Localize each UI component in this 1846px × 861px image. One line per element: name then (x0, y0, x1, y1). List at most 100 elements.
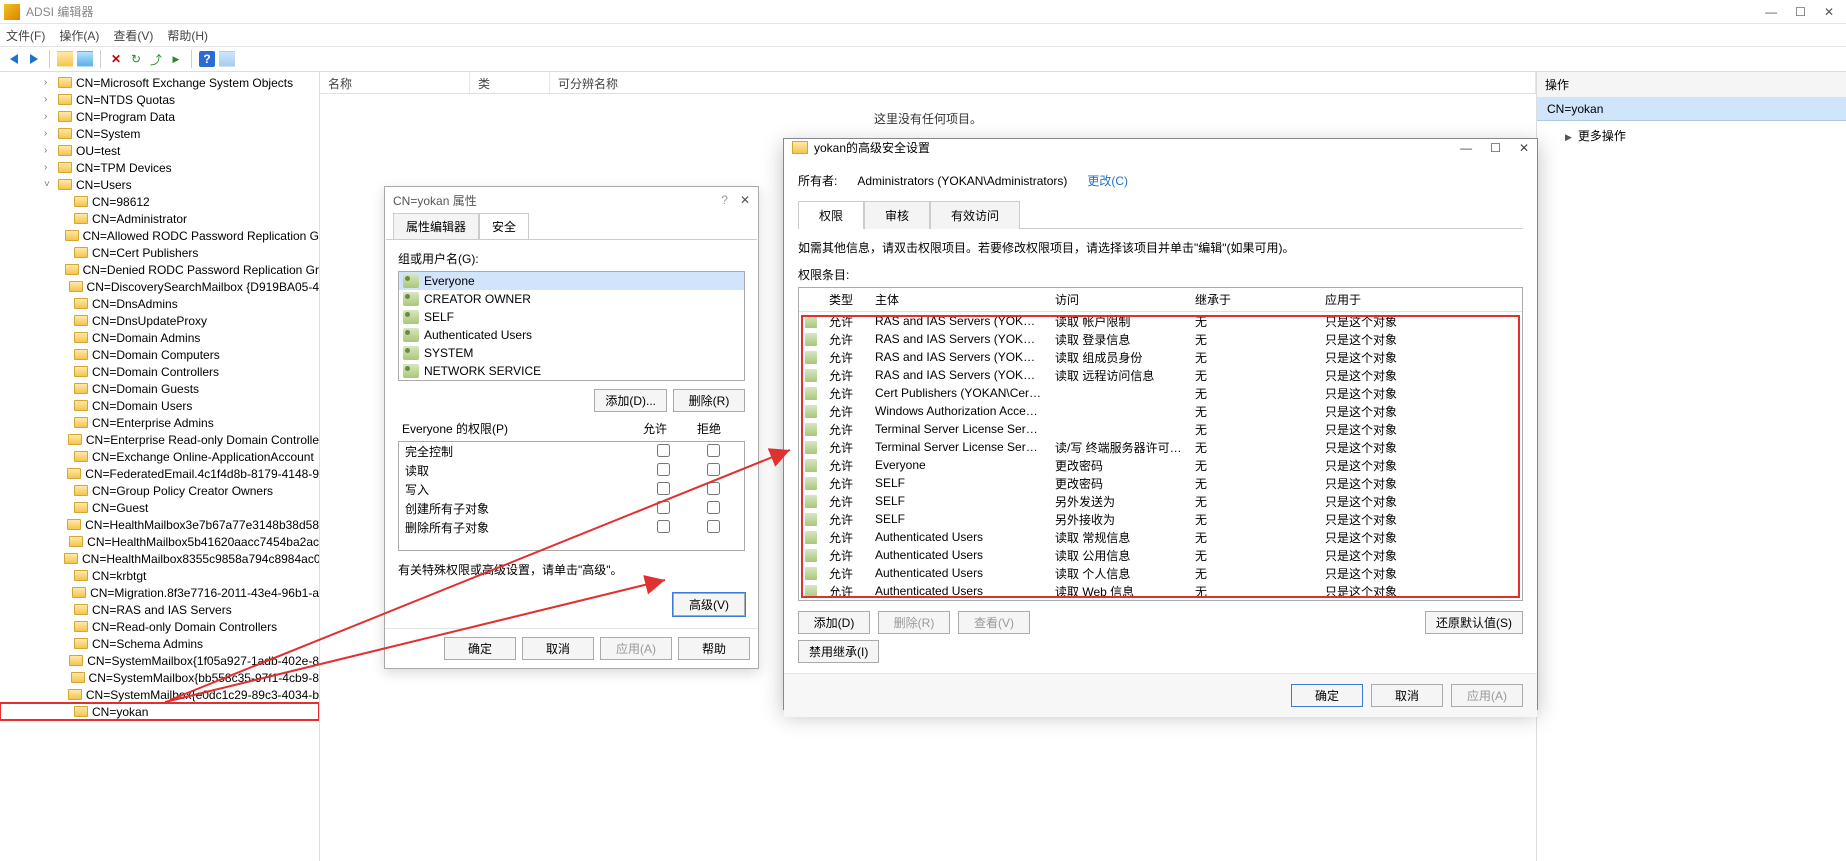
cancel-button[interactable]: 取消 (522, 637, 594, 660)
deny-checkbox[interactable] (707, 520, 720, 533)
group-item[interactable]: SYSTEM (399, 344, 744, 362)
tree-item[interactable]: CN=HealthMailbox5b41620aacc7454ba2ac (0, 533, 319, 550)
tree-item[interactable]: CN=Cert Publishers (0, 244, 319, 261)
col-applies[interactable]: 应用于 (1319, 288, 1522, 311)
minimize-icon[interactable]: — (1460, 141, 1472, 155)
tab-effective[interactable]: 有效访问 (930, 201, 1020, 229)
groups-list[interactable]: EveryoneCREATOR OWNERSELFAuthenticated U… (398, 271, 745, 381)
group-item[interactable]: SELF (399, 308, 744, 326)
tree-item[interactable]: CN=Read-only Domain Controllers (0, 618, 319, 635)
tree-item[interactable]: CN=Enterprise Admins (0, 414, 319, 431)
allow-checkbox[interactable] (657, 463, 670, 476)
help-button[interactable]: 帮助 (678, 637, 750, 660)
allow-checkbox[interactable] (657, 501, 670, 514)
apply-button[interactable]: 应用(A) (600, 637, 672, 660)
col-type[interactable]: 类型 (823, 288, 869, 311)
tree-item[interactable]: CN=SystemMailbox{1f05a927-1adb-402e-8 (0, 652, 319, 669)
tree-item[interactable]: CN=yokan (0, 703, 319, 720)
tree-item[interactable]: CN=Schema Admins (0, 635, 319, 652)
tree-item[interactable]: ›CN=Program Data (0, 108, 319, 125)
col-name[interactable]: 名称 (320, 72, 470, 93)
close-icon[interactable]: ✕ (740, 193, 750, 207)
tree-item[interactable]: CN=krbtgt (0, 567, 319, 584)
tab-security[interactable]: 安全 (479, 213, 529, 239)
tab-auditing[interactable]: 审核 (864, 201, 930, 229)
group-item[interactable]: NETWORK SERVICE (399, 362, 744, 380)
maximize-icon[interactable]: ☐ (1490, 141, 1501, 155)
tree-item[interactable]: CN=HealthMailbox3e7b67a77e3148b38d58 (0, 516, 319, 533)
tab-attribute-editor[interactable]: 属性编辑器 (393, 213, 479, 239)
allow-checkbox[interactable] (657, 520, 670, 533)
panes-icon[interactable] (219, 51, 235, 67)
col-access[interactable]: 访问 (1049, 288, 1189, 311)
tree-item[interactable]: CN=98612 (0, 193, 319, 210)
tree-item[interactable]: CN=Domain Guests (0, 380, 319, 397)
close-icon[interactable]: ✕ (1824, 5, 1834, 19)
tree-item[interactable]: CN=Enterprise Read-only Domain Controlle (0, 431, 319, 448)
tree-item[interactable]: CN=SystemMailbox{e0dc1c29-89c3-4034-b (0, 686, 319, 703)
group-item[interactable]: CREATOR OWNER (399, 290, 744, 308)
allow-checkbox[interactable] (657, 482, 670, 495)
tree-item[interactable]: CN=Domain Computers (0, 346, 319, 363)
menu-view[interactable]: 查看(V) (113, 27, 153, 44)
tree-item[interactable]: ›OU=test (0, 142, 319, 159)
col-dn[interactable]: 可分辨名称 (550, 72, 1536, 93)
up-icon[interactable] (57, 51, 73, 67)
deny-checkbox[interactable] (707, 482, 720, 495)
cancel-button[interactable]: 取消 (1371, 684, 1443, 707)
apply-button[interactable]: 应用(A) (1451, 684, 1523, 707)
deny-checkbox[interactable] (707, 444, 720, 457)
delete-icon[interactable] (108, 51, 124, 67)
back-icon[interactable] (6, 51, 22, 67)
tree-item[interactable]: CN=Exchange Online-ApplicationAccount (0, 448, 319, 465)
export-icon[interactable] (148, 51, 164, 67)
tree-item[interactable]: CN=Administrator (0, 210, 319, 227)
tree-item[interactable]: CN=DnsAdmins (0, 295, 319, 312)
actions-more[interactable]: 更多操作 (1537, 121, 1846, 150)
tree-item[interactable]: CN=FederatedEmail.4c1f4d8b-8179-4148-9 (0, 465, 319, 482)
group-item[interactable]: Authenticated Users (399, 326, 744, 344)
close-icon[interactable]: ✕ (1519, 141, 1529, 155)
tree-item[interactable]: CN=Domain Controllers (0, 363, 319, 380)
permission-entries-list[interactable]: 类型 主体 访问 继承于 应用于 允许RAS and IAS Servers (… (798, 287, 1523, 601)
tree-item[interactable]: CN=HealthMailbox8355c9858a794c8984ac0 (0, 550, 319, 567)
tab-permissions[interactable]: 权限 (798, 201, 864, 229)
add-button[interactable]: 添加(D)... (594, 389, 667, 412)
advanced-button[interactable]: 高级(V) (673, 593, 745, 616)
go-icon[interactable] (168, 51, 184, 67)
menu-file[interactable]: 文件(F) (6, 27, 45, 44)
remove-button[interactable]: 删除(R) (878, 611, 950, 634)
disable-inheritance-button[interactable]: 禁用继承(I) (798, 640, 879, 663)
tree-pane[interactable]: ›CN=Microsoft Exchange System Objects ›CN… (0, 72, 320, 861)
tree-item[interactable]: ›CN=Microsoft Exchange System Objects (0, 74, 319, 91)
tree-item[interactable]: ›CN=System (0, 125, 319, 142)
tree-item[interactable]: CN=Domain Users (0, 397, 319, 414)
tree-item[interactable]: CN=Denied RODC Password Replication Gr (0, 261, 319, 278)
col-class[interactable]: 类 (470, 72, 550, 93)
group-item[interactable]: Everyone (399, 272, 744, 290)
permissions-grid[interactable]: 完全控制读取写入创建所有子对象删除所有子对象 (398, 441, 745, 551)
deny-checkbox[interactable] (707, 463, 720, 476)
minimize-icon[interactable]: — (1765, 5, 1777, 19)
change-owner-link[interactable]: 更改(C) (1087, 172, 1128, 189)
refresh-icon[interactable] (128, 51, 144, 67)
help-icon[interactable] (199, 51, 215, 67)
ok-button[interactable]: 确定 (1291, 684, 1363, 707)
permission-entry-row[interactable]: 允许Authenticated Users读取 Web 信息无只是这个对象 (799, 582, 1522, 600)
tree-item[interactable]: CN=Group Policy Creator Owners (0, 482, 319, 499)
tree-item[interactable]: CN=DiscoverySearchMailbox {D919BA05-4 (0, 278, 319, 295)
ok-button[interactable]: 确定 (444, 637, 516, 660)
col-principal[interactable]: 主体 (869, 288, 1049, 311)
tree-item[interactable]: CN=Domain Admins (0, 329, 319, 346)
tree-item[interactable]: CN=Migration.8f3e7716-2011-43e4-96b1-a (0, 584, 319, 601)
tree-item[interactable]: CN=SystemMailbox{bb558c35-97f1-4cb9-8 (0, 669, 319, 686)
tree-item[interactable]: CN=Allowed RODC Password Replication G (0, 227, 319, 244)
menu-action[interactable]: 操作(A) (59, 27, 99, 44)
tree-item[interactable]: ˅CN=Users (0, 176, 319, 193)
tree-item[interactable]: ›CN=TPM Devices (0, 159, 319, 176)
tree-item[interactable]: CN=RAS and IAS Servers (0, 601, 319, 618)
maximize-icon[interactable]: ☐ (1795, 5, 1806, 19)
remove-button[interactable]: 删除(R) (673, 389, 745, 412)
help-icon[interactable]: ? (721, 193, 728, 207)
restore-defaults-button[interactable]: 还原默认值(S) (1425, 611, 1523, 634)
